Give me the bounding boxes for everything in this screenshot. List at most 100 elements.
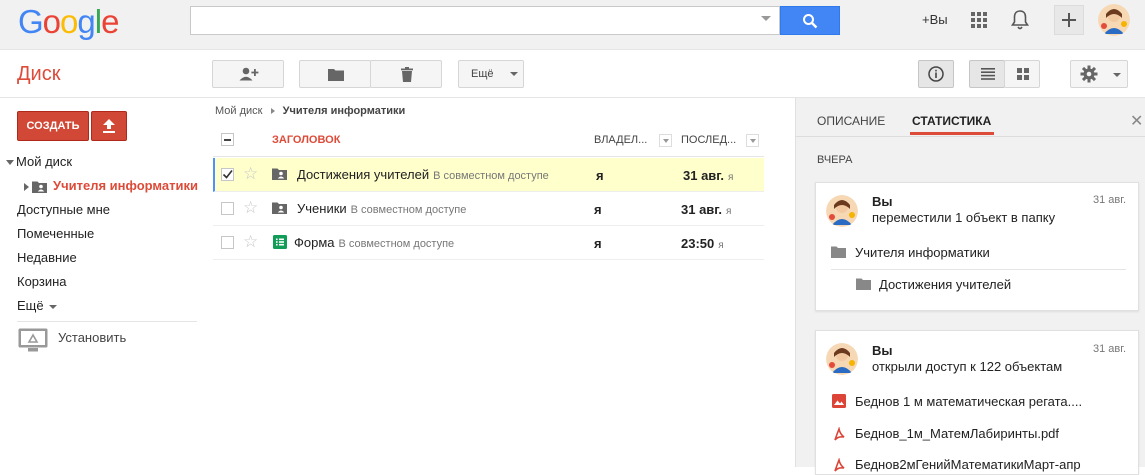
caret-down-icon xyxy=(49,304,58,309)
modified-by: я xyxy=(726,206,732,217)
row-checkbox[interactable] xyxy=(221,236,234,249)
modified-cell: 31 авг. я xyxy=(683,168,733,183)
upload-icon xyxy=(103,119,115,133)
sidebar-item-label: Учителя информатики xyxy=(53,178,198,193)
file-name[interactable]: Форма В совместном доступе xyxy=(294,235,454,250)
install-label: Установить xyxy=(58,330,127,345)
more-label: Ещё xyxy=(471,68,494,80)
table-row[interactable]: ☆ Форма В совместном доступе я 23:50 я xyxy=(213,226,764,260)
user-avatar xyxy=(826,343,858,375)
trash-icon xyxy=(401,67,413,82)
more-menu-button[interactable]: Ещё xyxy=(458,60,524,88)
move-to-folder-button[interactable] xyxy=(299,60,371,88)
info-icon xyxy=(928,66,944,82)
column-owner[interactable]: ВЛАДЕЛ... xyxy=(594,134,647,146)
list-header: ЗАГОЛОВОК ВЛАДЕЛ... ПОСЛЕД... xyxy=(213,125,764,157)
delete-button[interactable] xyxy=(370,60,442,88)
details-toggle-button[interactable] xyxy=(918,60,954,88)
activity-action: переместили 1 объект в папку xyxy=(872,210,1056,225)
owner-cell: я xyxy=(594,202,602,217)
modified-date: 31 авг. xyxy=(681,202,723,217)
breadcrumb: Мой диск Учителя информатики xyxy=(215,105,405,117)
activity-actor: Вы xyxy=(872,194,893,209)
share-button[interactable] xyxy=(212,60,284,88)
activity-item[interactable]: Достижения учителей xyxy=(879,277,1011,292)
star-icon[interactable]: ☆ xyxy=(243,164,258,184)
activity-card: Вы открыли доступ к 122 объектам 31 авг.… xyxy=(815,330,1139,475)
sidebar-item-more[interactable]: Ещё xyxy=(17,298,58,313)
shared-folder-icon xyxy=(272,202,287,214)
select-all-checkbox[interactable] xyxy=(221,133,234,146)
sidebar-item-starred[interactable]: Помеченные xyxy=(17,226,94,241)
file-title[interactable]: Ученики xyxy=(297,201,347,216)
close-panel-icon[interactable]: ✕ xyxy=(1130,111,1143,131)
file-name[interactable]: Ученики В совместном доступе xyxy=(297,201,466,216)
activity-date: 31 авг. xyxy=(1093,194,1126,206)
table-row[interactable]: ☆ Ученики В совместном доступе я 31 авг. я xyxy=(213,192,764,226)
sidebar-item-my-drive[interactable]: Мой диск xyxy=(6,154,72,169)
modified-by: я xyxy=(728,172,734,183)
caret-down-icon xyxy=(510,72,518,76)
search-options-icon[interactable] xyxy=(761,16,771,21)
activity-item[interactable]: Беднов2мГенийМатематикиМарт-апр xyxy=(855,457,1081,472)
upload-button[interactable] xyxy=(91,111,127,141)
list-view-icon xyxy=(981,68,995,80)
owner-sort-icon[interactable] xyxy=(659,134,672,147)
bell-icon[interactable] xyxy=(1011,9,1029,31)
tab-activity[interactable]: СТАТИСТИКА xyxy=(912,114,991,128)
apps-grid-icon[interactable] xyxy=(971,12,987,28)
column-title[interactable]: ЗАГОЛОВОК xyxy=(272,134,340,146)
file-title[interactable]: Достижения учителей xyxy=(297,167,429,182)
owner-cell: я xyxy=(596,168,604,183)
table-row[interactable]: ☆ Достижения учителей В совместном доступ… xyxy=(213,158,764,192)
image-file-icon xyxy=(832,394,846,408)
shared-label: В совместном доступе xyxy=(350,204,467,216)
sidebar-item-recent[interactable]: Недавние xyxy=(17,250,77,265)
folder-icon xyxy=(831,246,846,258)
folder-icon xyxy=(328,69,344,81)
row-checkbox[interactable] xyxy=(221,202,234,215)
drive-title[interactable]: Диск xyxy=(17,63,60,86)
star-icon[interactable]: ☆ xyxy=(243,198,258,218)
modified-date: 31 авг. xyxy=(683,168,725,183)
desktop-drive-icon xyxy=(18,328,48,352)
sidebar-item-shared-with-me[interactable]: Доступные мне xyxy=(17,202,110,217)
file-name[interactable]: Достижения учителей В совместном доступе xyxy=(297,167,549,182)
expand-arrow-icon[interactable] xyxy=(6,160,14,166)
create-button[interactable]: СОЗДАТЬ xyxy=(17,111,89,141)
search-button[interactable] xyxy=(780,6,840,35)
activity-item[interactable]: Учителя информатики xyxy=(855,245,990,260)
google-logo[interactable]: Google xyxy=(18,3,119,41)
sidebar-item-label: Мой диск xyxy=(16,154,73,169)
column-modified[interactable]: ПОСЛЕД... xyxy=(681,134,736,146)
shared-label: В совместном доступе xyxy=(338,238,455,250)
user-avatar[interactable] xyxy=(1098,4,1130,36)
modified-date: 23:50 xyxy=(681,236,715,251)
expand-arrow-icon[interactable] xyxy=(24,182,29,191)
breadcrumb-root[interactable]: Мой диск xyxy=(215,105,262,117)
activity-card: Вы переместили 1 объект в папку 31 авг. … xyxy=(815,182,1139,311)
list-view-button[interactable] xyxy=(969,60,1005,88)
star-icon[interactable]: ☆ xyxy=(243,232,258,252)
sidebar-item-teachers-folder[interactable]: Учителя информатики xyxy=(24,178,198,193)
plus-you-link[interactable]: +Вы xyxy=(922,12,948,27)
modified-cell: 23:50 я xyxy=(681,236,724,251)
activity-action: открыли доступ к 122 объектам xyxy=(872,359,1063,374)
modified-by: я xyxy=(718,240,724,251)
activity-item[interactable]: Беднов_1м_МатемЛабиринты.pdf xyxy=(855,426,1059,441)
toolbar: Диск Ещё xyxy=(0,51,1145,98)
file-title[interactable]: Форма xyxy=(294,235,335,250)
add-button[interactable] xyxy=(1054,5,1084,35)
modified-sort-icon[interactable] xyxy=(746,134,759,147)
pdf-file-icon xyxy=(834,458,845,472)
row-checkbox[interactable] xyxy=(221,168,234,181)
shared-folder-icon xyxy=(272,168,287,180)
search-input[interactable] xyxy=(190,6,780,35)
activity-item[interactable]: Беднов 1 м математическая регата.... xyxy=(855,394,1082,409)
sidebar-item-trash[interactable]: Корзина xyxy=(17,274,67,289)
tab-description[interactable]: ОПИСАНИЕ xyxy=(817,114,885,128)
grid-view-button[interactable] xyxy=(1004,60,1040,88)
breadcrumb-separator-icon xyxy=(270,108,275,115)
settings-button[interactable] xyxy=(1070,60,1128,88)
section-label: ВЧЕРА xyxy=(817,154,853,166)
